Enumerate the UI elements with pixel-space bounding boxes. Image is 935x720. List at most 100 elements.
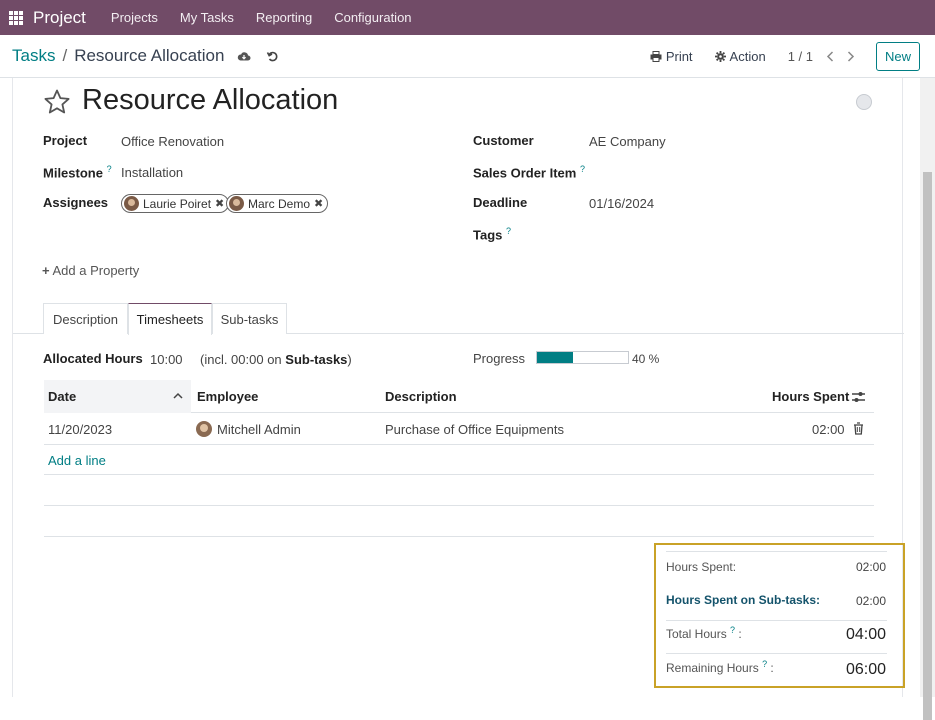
total-hours-value: 04:00 <box>845 626 886 643</box>
status-indicator[interactable] <box>856 94 872 110</box>
customer-field[interactable]: AE Company <box>589 134 666 149</box>
pager-next-icon[interactable] <box>844 50 858 64</box>
discard-icon[interactable] <box>264 48 280 64</box>
task-title[interactable]: Resource Allocation <box>82 84 338 117</box>
sales-order-help-icon[interactable]: ? <box>580 164 585 174</box>
progress-bar <box>536 351 629 364</box>
add-property-button[interactable]: + Add a Property <box>42 263 139 278</box>
row-description[interactable]: Purchase of Office Equipments <box>385 413 564 445</box>
total-hours-label-text: Total Hours <box>666 627 727 641</box>
milestone-label-text: Milestone <box>43 165 103 181</box>
project-label: Project <box>43 133 88 148</box>
empty-row <box>44 506 874 537</box>
breadcrumb-tasks[interactable]: Tasks <box>12 46 55 66</box>
menu-reporting[interactable]: Reporting <box>256 10 312 25</box>
tags-field[interactable] <box>589 226 859 242</box>
breadcrumb-current: Resource Allocation <box>74 46 225 65</box>
row-hours[interactable]: 02:00 <box>812 413 845 445</box>
note-prefix: (incl. 00:00 on <box>200 352 286 367</box>
remove-tag-icon[interactable]: ✖ <box>314 197 323 210</box>
avatar <box>229 196 244 211</box>
column-date[interactable]: Date <box>44 380 191 413</box>
divider <box>666 620 887 621</box>
assignee-name: Laurie Poiret <box>143 196 212 211</box>
customer-label: Customer <box>473 133 534 148</box>
row-employee-name: Mitchell Admin <box>217 421 301 437</box>
timesheet-table-header: Date Employee Description Hours Spent <box>44 380 874 413</box>
top-navbar: Project Projects My Tasks Reporting Conf… <box>0 0 935 35</box>
star-priority-icon[interactable] <box>43 88 71 116</box>
note-suffix: ) <box>347 352 352 367</box>
row-date[interactable]: 11/20/2023 <box>48 413 112 445</box>
row-employee[interactable]: Mitchell Admin <box>196 413 301 445</box>
progress-label: Progress <box>473 351 526 366</box>
trash-icon[interactable] <box>853 422 864 435</box>
tab-timesheets[interactable]: Timesheets <box>128 303 212 335</box>
remaining-hours-label: Remaining Hours ? : <box>666 659 774 675</box>
pager-previous-icon[interactable] <box>823 50 837 64</box>
subtasks-hours-label[interactable]: Hours Spent on Sub-tasks: <box>666 593 820 607</box>
assignees-label: Assignees <box>43 195 109 210</box>
empty-row <box>44 444 874 475</box>
milestone-field[interactable]: Installation <box>121 165 183 180</box>
tab-sub-tasks[interactable]: Sub-tasks <box>212 303 287 334</box>
remaining-hours-label-text: Remaining Hours <box>666 661 759 675</box>
milestone-label: Milestone ? <box>43 164 112 180</box>
assignee-tag[interactable]: Laurie Poiret ✖ <box>121 194 230 213</box>
breadcrumb-separator: / <box>62 46 68 65</box>
avatar <box>124 196 139 211</box>
column-date-label: Date <box>48 389 77 404</box>
scrollbar-thumb[interactable] <box>923 172 932 720</box>
assignee-tag[interactable]: Marc Demo ✖ <box>226 194 329 213</box>
pager-value[interactable]: 1 / 1 <box>788 49 813 64</box>
tags-label-text: Tags <box>473 227 503 243</box>
note-subtasks: Sub-tasks <box>285 352 348 367</box>
tags-label: Tags ? <box>473 226 511 242</box>
avatar <box>196 421 212 437</box>
action-label: Action <box>729 49 766 64</box>
column-description[interactable]: Description <box>385 380 457 413</box>
remaining-hours-suffix: : <box>767 661 774 675</box>
total-hours-suffix: : <box>735 627 742 641</box>
action-button[interactable]: Action <box>714 49 766 64</box>
control-panel: Tasks / Resource Allocation Print Action… <box>0 35 935 78</box>
divider <box>666 653 887 654</box>
sales-order-field[interactable] <box>589 165 859 181</box>
milestone-help-icon[interactable]: ? <box>107 164 112 174</box>
empty-row <box>44 475 874 506</box>
project-field[interactable]: Office Renovation <box>121 134 224 149</box>
cloud-save-icon[interactable] <box>236 48 252 64</box>
deadline-field[interactable]: 01/16/2024 <box>589 196 654 211</box>
column-employee[interactable]: Employee <box>197 380 258 413</box>
add-property-label: Add a Property <box>52 263 140 278</box>
column-hours-spent[interactable]: Hours Spent <box>772 380 849 413</box>
menu-projects[interactable]: Projects <box>111 10 158 25</box>
new-button[interactable]: New <box>875 42 920 71</box>
progress-percent: 40 % <box>632 352 660 366</box>
vertical-scrollbar[interactable] <box>920 78 935 720</box>
total-hours-label: Total Hours ? : <box>666 625 742 641</box>
menu-my-tasks[interactable]: My Tasks <box>180 10 234 25</box>
allocated-hours-field[interactable]: 10:00 <box>150 352 183 367</box>
notebook-tabs: Description Timesheets Sub-tasks <box>13 303 904 335</box>
form-sheet: Resource Allocation Project Office Renov… <box>12 78 905 697</box>
apps-menu-icon[interactable] <box>9 10 23 25</box>
hours-spent-label: Hours Spent: <box>666 560 737 574</box>
optional-columns-icon[interactable] <box>852 391 865 403</box>
gear-icon <box>714 51 726 62</box>
allocated-hours-label: Allocated Hours <box>43 351 143 366</box>
subtasks-hours-value: 02:00 <box>855 594 886 608</box>
sales-order-label: Sales Order Item ? <box>473 164 585 180</box>
menu-configuration[interactable]: Configuration <box>334 10 411 25</box>
tab-description[interactable]: Description <box>43 303 128 334</box>
tags-help-icon[interactable]: ? <box>506 226 511 236</box>
remove-tag-icon[interactable]: ✖ <box>215 197 224 210</box>
print-button[interactable]: Print <box>650 49 693 64</box>
divider <box>666 551 887 552</box>
app-brand[interactable]: Project <box>33 8 86 28</box>
hours-spent-value: 02:00 <box>855 560 886 574</box>
sales-order-label-text: Sales Order Item <box>473 165 577 181</box>
table-row[interactable]: 11/20/2023 Mitchell Admin Purchase of Of… <box>44 413 874 445</box>
form-view: Resource Allocation Project Office Renov… <box>0 78 920 697</box>
allocated-hours-note: (incl. 00:00 on Sub-tasks) <box>200 352 352 367</box>
